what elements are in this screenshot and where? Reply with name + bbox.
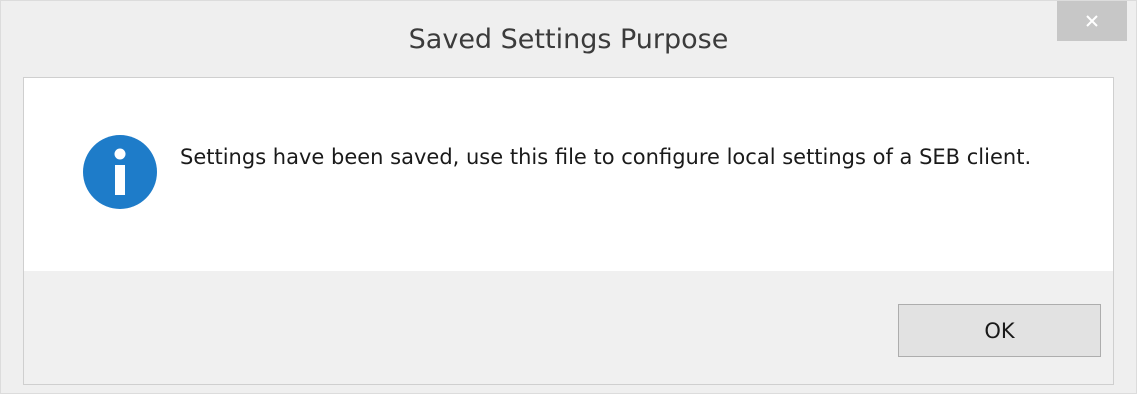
close-icon [1084,13,1100,29]
dialog-window: Saved Settings Purpose Settings have bee… [0,0,1137,394]
window-title: Saved Settings Purpose [408,24,729,55]
title-bar[interactable]: Saved Settings Purpose [1,1,1136,77]
dialog-client-area: Settings have been saved, use this file … [23,77,1114,385]
message-area: Settings have been saved, use this file … [24,78,1113,271]
close-button[interactable] [1057,1,1127,41]
dialog-message: Settings have been saved, use this file … [180,145,1032,169]
info-icon [83,135,157,209]
ok-button[interactable]: OK [898,304,1101,357]
